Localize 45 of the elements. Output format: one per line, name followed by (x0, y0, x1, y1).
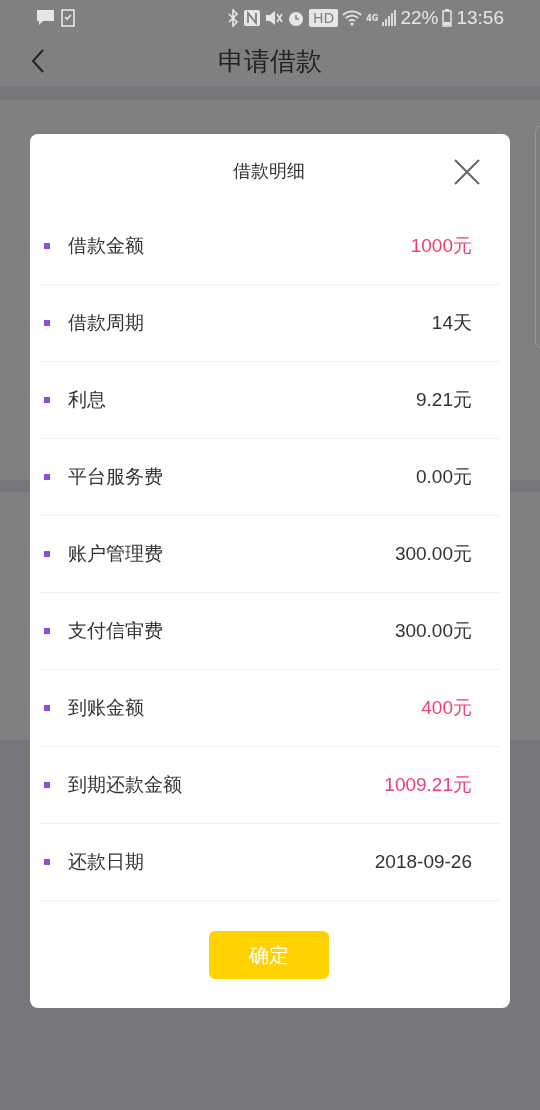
bullet-icon (44, 551, 50, 557)
detail-value: 300.00元 (394, 619, 472, 643)
back-icon[interactable] (31, 49, 45, 73)
bullet-icon (44, 474, 50, 480)
bullet-icon (44, 397, 50, 403)
bullet-icon (44, 628, 50, 634)
battery-icon (442, 9, 453, 27)
detail-label: 到期还款金额 (68, 772, 183, 797)
detail-value: 0.00元 (416, 465, 472, 489)
detail-value: 9.21元 (416, 388, 472, 412)
bullet-icon (44, 320, 50, 326)
close-icon[interactable] (454, 159, 480, 185)
bluetooth-icon (226, 9, 239, 27)
detail-value: 14天 (431, 311, 472, 335)
detail-label: 支付信审费 (68, 618, 164, 643)
signal-icon (382, 10, 397, 26)
nfc-icon (242, 9, 261, 27)
detail-value: 1000元 (410, 234, 472, 258)
network-label: 4G (366, 13, 379, 23)
dialog-title: 借款明细 (233, 159, 305, 183)
chat-icon (36, 9, 55, 27)
detail-label: 到账金额 (68, 695, 145, 720)
bullet-icon (44, 859, 50, 865)
bullet-icon (44, 782, 50, 788)
detail-label: 借款金额 (68, 233, 145, 258)
detail-value: 300.00元 (394, 542, 472, 566)
detail-label: 账户管理费 (68, 541, 164, 566)
detail-label: 还款日期 (68, 849, 145, 874)
detail-value: 2018-09-26 (374, 851, 472, 873)
alarm-icon (286, 9, 305, 27)
confirm-button[interactable]: 确定 (209, 931, 329, 979)
detail-label: 利息 (68, 387, 107, 412)
detail-label: 借款周期 (68, 310, 145, 335)
mute-icon (264, 9, 283, 27)
page-title: 申请借款 (218, 44, 322, 78)
bullet-icon (44, 705, 50, 711)
wifi-icon (342, 10, 363, 26)
hd-badge: HD (308, 9, 339, 27)
clipboard-icon (61, 9, 75, 27)
battery-percent: 22% (400, 7, 439, 29)
detail-value: 400元 (421, 696, 472, 720)
bullet-icon (44, 243, 50, 249)
detail-label: 平台服务费 (68, 464, 164, 489)
clock-time: 13:56 (456, 7, 504, 29)
detail-value: 1009.21元 (384, 773, 472, 797)
